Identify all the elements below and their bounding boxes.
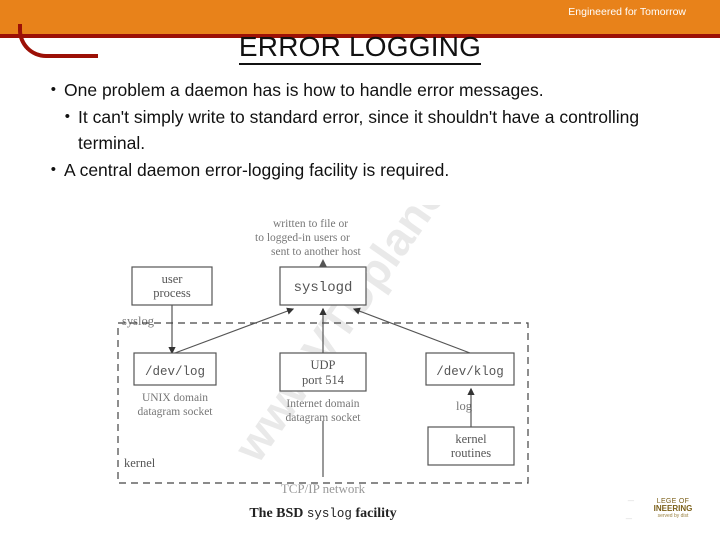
list-item: • It can't simply write to standard erro…	[30, 105, 690, 156]
box-syslogd-label: syslogd	[294, 280, 353, 296]
box-udp-sub-1: Internet domain	[286, 398, 359, 410]
box-kernel-routines-label-2: routines	[451, 446, 491, 460]
box-user-process-label-1: user	[162, 272, 184, 286]
institution-logo-line-3: served by dist	[657, 512, 689, 519]
header-tagline: Engineered for Tomorrow	[568, 6, 686, 18]
bullet-list: • One problem a daemon has is how to han…	[30, 78, 690, 186]
page-title: ERROR LOGGING	[0, 31, 720, 65]
figure-note-line-2: to logged-in users or	[255, 232, 350, 244]
bullet-text: One problem a daemon has is how to handl…	[64, 80, 544, 100]
label-kernel: kernel	[124, 456, 156, 470]
box-dev-log-sub-1: UNIX domain	[142, 392, 208, 404]
institution-logo: LEGE OF INEERING served by dist	[640, 498, 706, 532]
label-tcpip-network: TCP/IP network	[281, 481, 366, 496]
figure-caption: The BSD syslog facility	[249, 506, 396, 521]
syslog-diagram-svg: www.VTUplanet.com written to file or to …	[117, 205, 529, 521]
label-syslog: syslog	[122, 314, 155, 328]
bullet-marker: •	[50, 81, 56, 98]
figure-note-line-1: written to file or	[273, 218, 348, 230]
bullet-text: It can't simply write to standard error,…	[78, 107, 640, 153]
box-dev-log-sub-2: datagram socket	[137, 406, 213, 418]
box-udp-label-1: UDP	[310, 358, 335, 372]
figure-caption-suffix: facility	[352, 506, 397, 521]
label-log: log	[456, 399, 473, 413]
box-dev-log-label: /dev/log	[145, 365, 205, 379]
bullet-marker: •	[50, 161, 56, 179]
bullet-text: A central daemon error-logging facility …	[64, 160, 450, 181]
syslog-diagram-figure: www.VTUplanet.com written to file or to …	[108, 205, 578, 525]
box-kernel-routines-label-1: kernel	[455, 432, 487, 446]
figure-caption-prefix: The BSD	[249, 506, 307, 521]
list-item: • A central daemon error-logging facilit…	[30, 158, 690, 183]
list-item: • One problem a daemon has is how to han…	[30, 78, 690, 103]
box-user-process-label-2: process	[153, 286, 191, 300]
figure-caption-mono: syslog	[307, 507, 352, 521]
header-band: Engineered for Tomorrow	[0, 0, 720, 34]
bullet-marker: •	[64, 108, 70, 126]
footer-decoration-1: ¯	[627, 500, 634, 512]
box-udp-label-2: port 514	[302, 373, 345, 387]
footer-decoration-2: ¯	[625, 518, 632, 530]
box-dev-klog-label: /dev/klog	[436, 365, 504, 379]
page-title-text: ERROR LOGGING	[238, 31, 482, 65]
figure-note-line-3: sent to another host	[271, 246, 362, 258]
